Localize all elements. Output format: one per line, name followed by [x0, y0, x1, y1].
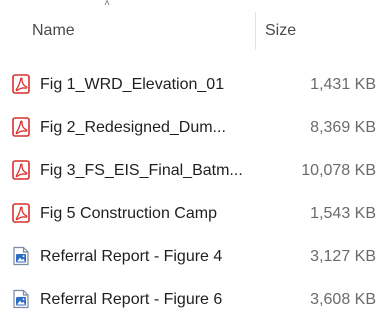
file-row[interactable]: Referral Report - Figure 6 3,608 KB — [0, 279, 382, 322]
file-name: Referral Report - Figure 4 — [40, 248, 223, 265]
file-row[interactable]: Fig 2_Redesigned_Dum... 8,369 KB — [0, 107, 382, 150]
file-name: Fig 5 Construction Camp — [40, 205, 217, 222]
column-header-name[interactable]: Name — [32, 20, 75, 42]
file-name: Fig 2_Redesigned_Dum... — [40, 119, 226, 136]
image-file-icon — [13, 246, 29, 266]
file-rows: Fig 1_WRD_Elevation_01 1,431 KB Fig 2_Re… — [0, 64, 382, 322]
file-row[interactable]: Fig 5 Construction Camp 1,543 KB — [0, 193, 382, 236]
pdf-icon — [12, 74, 30, 94]
file-list: ˄ Name Size Fig 1_WRD_Elevation_01 1,431… — [0, 0, 382, 327]
sort-indicator-icon: ˄ — [104, 0, 110, 8]
column-divider[interactable] — [255, 12, 256, 50]
file-row[interactable]: Referral Report - Figure 4 3,127 KB — [0, 236, 382, 279]
file-row[interactable]: Fig 1_WRD_Elevation_01 1,431 KB — [0, 64, 382, 107]
column-header: ˄ Name Size — [0, 0, 382, 64]
file-size: 3,127 KB — [310, 248, 376, 265]
file-name: Fig 3_FS_EIS_Final_Batm... — [40, 162, 243, 179]
file-name: Referral Report - Figure 6 — [40, 291, 223, 308]
file-size: 1,543 KB — [310, 205, 376, 222]
file-size: 10,078 KB — [301, 162, 376, 179]
file-size: 3,608 KB — [310, 291, 376, 308]
pdf-icon — [12, 203, 30, 223]
file-size: 1,431 KB — [310, 76, 376, 93]
file-name: Fig 1_WRD_Elevation_01 — [40, 76, 225, 93]
image-file-icon — [13, 289, 29, 309]
file-size: 8,369 KB — [310, 119, 376, 136]
pdf-icon — [12, 160, 30, 180]
column-header-size[interactable]: Size — [265, 20, 296, 42]
pdf-icon — [12, 117, 30, 137]
file-row[interactable]: Fig 3_FS_EIS_Final_Batm... 10,078 KB — [0, 150, 382, 193]
